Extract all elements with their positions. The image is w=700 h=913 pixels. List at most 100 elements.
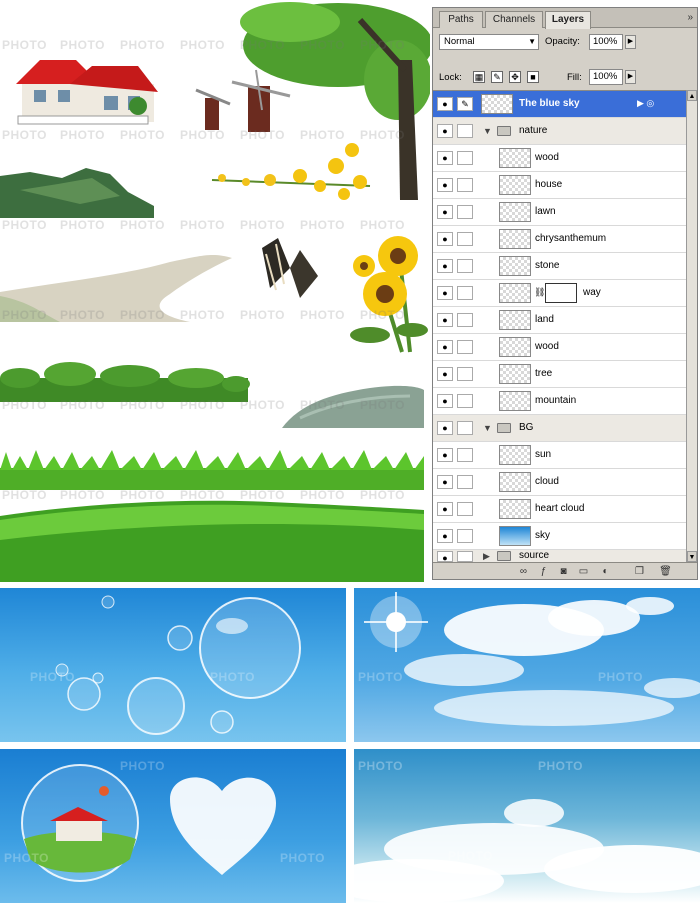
visibility-eye-icon[interactable]: ● [437, 394, 453, 408]
opacity-slider-arrow-icon[interactable]: ▶ [625, 35, 636, 49]
layer-thumbnail [499, 337, 531, 357]
visibility-eye-icon[interactable]: ● [437, 448, 453, 462]
visibility-eye-icon[interactable]: ● [437, 475, 453, 489]
link-box[interactable] [457, 205, 473, 219]
layer-row-stone[interactable]: ● stone [433, 253, 687, 280]
panel-tab-bar: Paths Channels Layers » [433, 8, 697, 29]
link-box[interactable] [457, 259, 473, 273]
new-layer-icon[interactable]: ❐ [633, 566, 646, 578]
layer-row-the-blue-sky[interactable]: ● ✎ The blue sky ▶ ◎ [433, 91, 687, 118]
layer-thumbnail [499, 229, 531, 249]
layer-row-sky[interactable]: ● sky [433, 523, 687, 550]
lock-move-icon[interactable]: ✥ [509, 71, 521, 83]
link-box[interactable] [457, 340, 473, 354]
fill-field[interactable]: 100% [589, 69, 623, 85]
tab-channels[interactable]: Channels [485, 11, 543, 28]
lock-all-icon[interactable]: ■ [527, 71, 539, 83]
visibility-eye-icon[interactable]: ● [437, 178, 453, 192]
visibility-eye-icon[interactable]: ● [437, 151, 453, 165]
visibility-eye-icon[interactable]: ● [437, 313, 453, 327]
scroll-up-icon[interactable]: ▲ [687, 90, 697, 101]
link-box[interactable] [457, 421, 473, 435]
soft-sky-background: PHOTO PHOTO PHOTO [354, 749, 700, 903]
layer-row-cloud[interactable]: ● cloud [433, 469, 687, 496]
brush-icon[interactable]: ✎ [457, 97, 473, 111]
lawn-image [0, 500, 424, 582]
layer-thumbnail [499, 391, 531, 411]
lock-label: Lock: [439, 72, 462, 83]
lock-brush-icon[interactable]: ✎ [491, 71, 503, 83]
fill-slider-arrow-icon[interactable]: ▶ [625, 70, 636, 84]
layer-row-mountain[interactable]: ● mountain [433, 388, 687, 415]
link-box[interactable] [457, 232, 473, 246]
visibility-eye-icon[interactable]: ● [437, 367, 453, 381]
clipart-illustrations [0, 2, 430, 582]
link-box[interactable] [457, 529, 473, 543]
link-box[interactable] [457, 475, 473, 489]
visibility-eye-icon[interactable]: ● [437, 421, 453, 435]
layer-name: tree [535, 368, 553, 379]
expand-triangle-icon[interactable]: ▶ [483, 551, 490, 562]
chain-link-icon[interactable]: ⛓ [534, 287, 545, 298]
layer-row-tree[interactable]: ● tree [433, 361, 687, 388]
expand-triangle-icon[interactable]: ▼ [483, 423, 492, 433]
blend-mode-select[interactable]: Normal ▼ [439, 34, 539, 50]
visibility-eye-icon[interactable]: ● [437, 205, 453, 219]
visibility-eye-icon[interactable]: ● [437, 97, 453, 111]
layer-row-lawn[interactable]: ● lawn [433, 199, 687, 226]
link-box[interactable] [457, 124, 473, 138]
panel-menu-icon[interactable]: » [687, 12, 693, 23]
layer-row-chrysanthemum[interactable]: ● chrysanthemum [433, 226, 687, 253]
visibility-eye-icon[interactable]: ● [437, 529, 453, 543]
tab-paths[interactable]: Paths [439, 11, 483, 28]
layer-mask-thumbnail[interactable] [545, 283, 577, 303]
opacity-label: Opacity: [545, 36, 580, 47]
mask-icon[interactable]: ◙ [557, 566, 570, 578]
layer-group-source[interactable]: ● ▶ source [433, 550, 687, 562]
layer-group-bg[interactable]: ● ▼ BG [433, 415, 687, 442]
layer-row-land[interactable]: ● land [433, 307, 687, 334]
new-group-icon[interactable]: ▭ [577, 566, 590, 578]
clipart-canvas: PHOTO PHOTO PHOTO PHOTO PHOTO PHOTO PHOT… [0, 0, 430, 582]
visibility-eye-icon[interactable]: ● [437, 551, 453, 562]
layer-effects-icon[interactable]: ▶ ◎ [637, 98, 654, 109]
layer-row-wood-2[interactable]: ● wood [433, 334, 687, 361]
layers-scrollbar[interactable]: ▲ ▼ [686, 90, 697, 562]
link-box[interactable] [457, 286, 473, 300]
layer-row-heart-cloud[interactable]: ● heart cloud [433, 496, 687, 523]
layer-row-way[interactable]: ● ⛓ way [433, 280, 687, 307]
link-box[interactable] [457, 502, 473, 516]
link-box[interactable] [457, 394, 473, 408]
layer-group-nature[interactable]: ● ▼ nature [433, 118, 687, 145]
link-box[interactable] [457, 151, 473, 165]
lock-transparent-icon[interactable]: ▦ [473, 71, 485, 83]
layer-row-wood[interactable]: ● wood [433, 145, 687, 172]
visibility-eye-icon[interactable]: ● [437, 502, 453, 516]
link-box[interactable] [457, 448, 473, 462]
tab-layers[interactable]: Layers [545, 11, 591, 29]
layer-row-house[interactable]: ● house [433, 172, 687, 199]
expand-triangle-icon[interactable]: ▼ [483, 126, 492, 136]
lock-row: Lock: ▦ ✎ ✥ ■ Fill: 100% ▶ [433, 68, 697, 88]
blend-row: Normal ▼ Opacity: 100% ▶ [433, 30, 697, 54]
link-box[interactable] [457, 551, 473, 562]
link-box[interactable] [457, 178, 473, 192]
link-icon[interactable]: ∞ [517, 566, 530, 578]
link-box[interactable] [457, 313, 473, 327]
adjustment-icon[interactable]: ◐ [599, 566, 612, 578]
bubbles-illustration [55, 595, 301, 735]
fill-label: Fill: [567, 72, 582, 83]
opacity-field[interactable]: 100% [589, 34, 623, 50]
visibility-eye-icon[interactable]: ● [437, 124, 453, 138]
visibility-eye-icon[interactable]: ● [437, 232, 453, 246]
trash-icon[interactable]: 🗑 [659, 566, 672, 578]
scroll-down-icon[interactable]: ▼ [687, 551, 697, 562]
visibility-eye-icon[interactable]: ● [437, 259, 453, 273]
yellow-flowers-image [211, 143, 371, 200]
visibility-eye-icon[interactable]: ● [437, 340, 453, 354]
layer-row-sun[interactable]: ● sun [433, 442, 687, 469]
layer-style-icon[interactable]: ƒ [537, 566, 550, 578]
layer-name: nature [519, 125, 548, 136]
link-box[interactable] [457, 367, 473, 381]
visibility-eye-icon[interactable]: ● [437, 286, 453, 300]
